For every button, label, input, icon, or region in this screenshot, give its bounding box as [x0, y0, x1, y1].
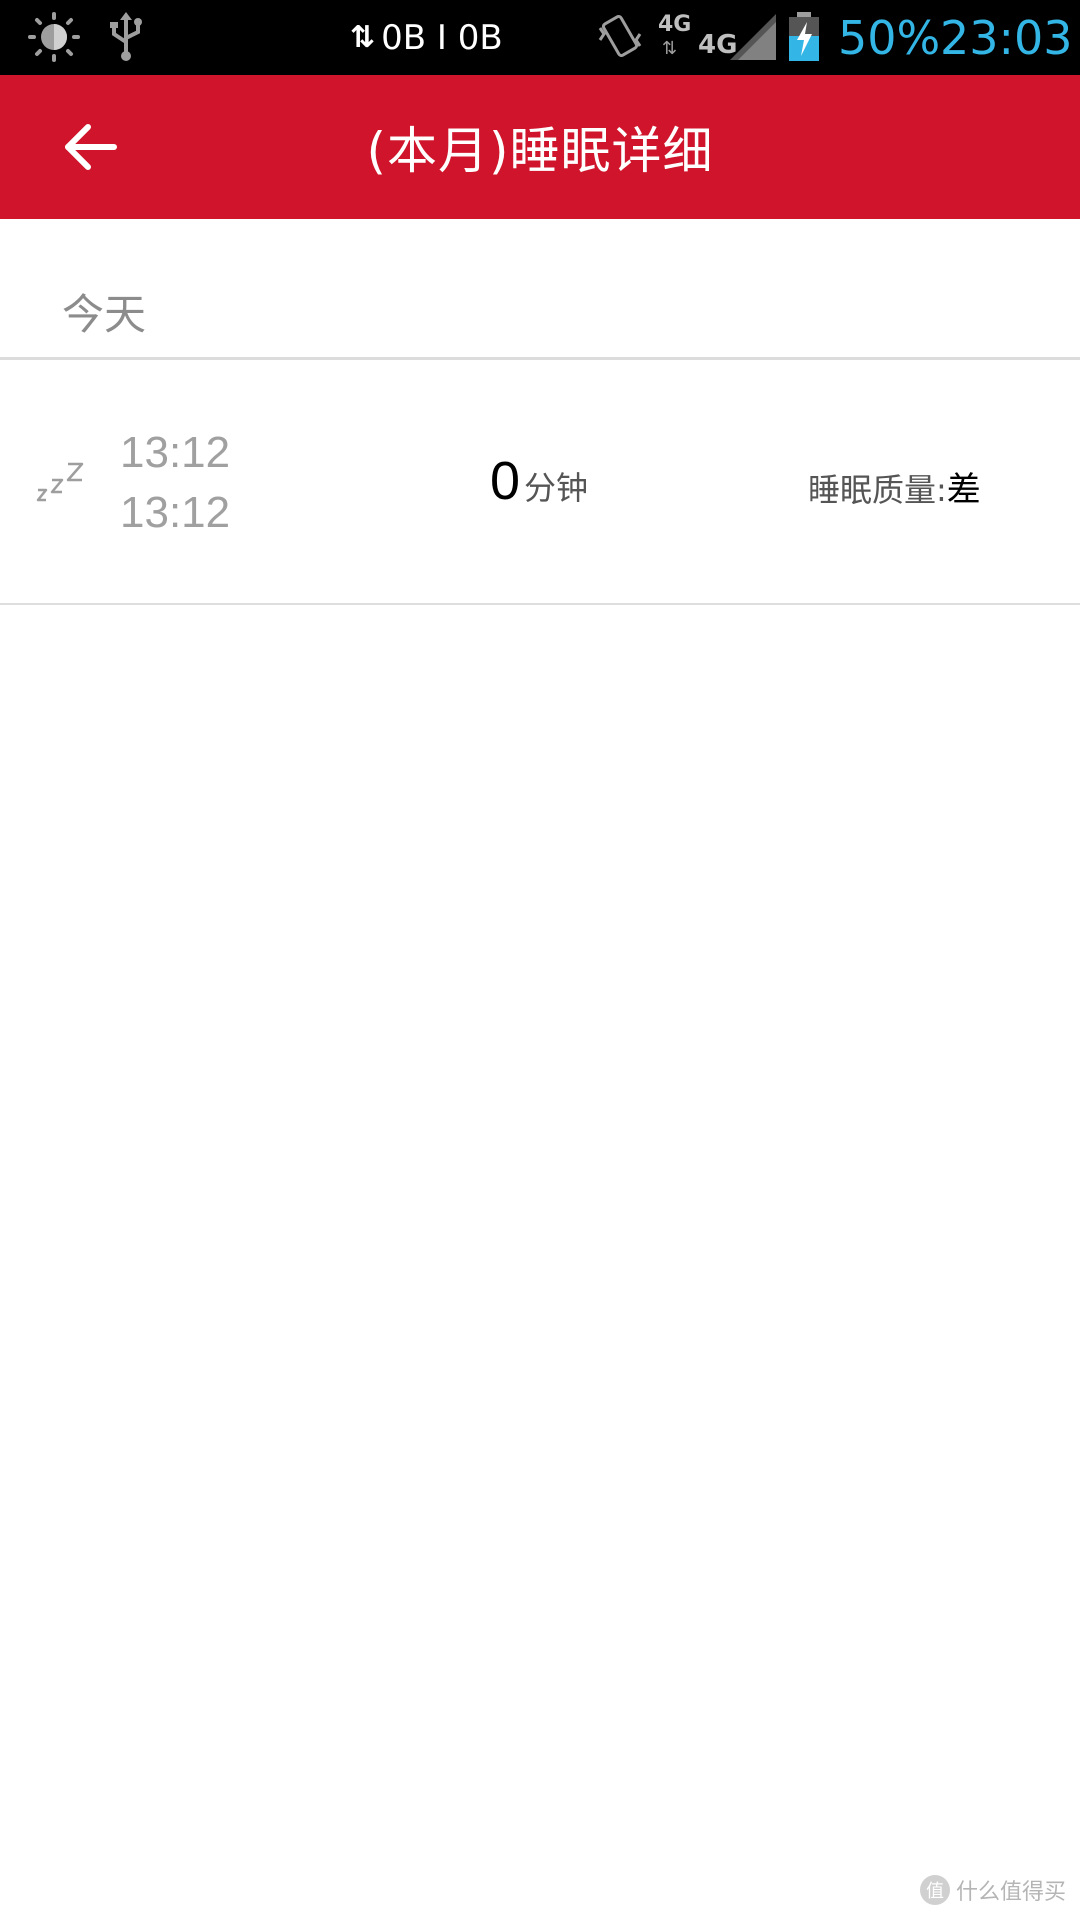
battery-percent: 50%	[838, 10, 941, 65]
data-transfer-icon: ⇅	[350, 20, 376, 55]
brightness-icon	[28, 12, 80, 62]
signal-icon	[730, 14, 776, 60]
arrow-left-icon	[65, 124, 117, 170]
sleep-end-time: 13:12	[120, 488, 231, 537]
app-bar: (本月)睡眠详细	[0, 75, 1080, 219]
watermark-badge: 值	[919, 1875, 950, 1905]
sleep-zzz-icon	[36, 462, 84, 502]
watermark-text: 什么值得买	[955, 1880, 1066, 1905]
page-title: (本月)睡眠详细	[366, 122, 714, 180]
quality-label: 睡眠质量:	[808, 471, 947, 509]
data-arrows-icon: ⇅	[662, 38, 678, 59]
watermark: 值 什么值得买	[919, 1874, 1066, 1906]
section-label: 今天	[62, 290, 147, 339]
vibrate-icon	[598, 15, 642, 57]
network-speed: ⇅ 0B I 0B	[350, 0, 503, 75]
sleep-duration: 0 分钟	[490, 450, 588, 512]
duration-unit: 分钟	[524, 469, 589, 507]
duration-value: 0	[490, 451, 521, 511]
quality-value: 差	[946, 470, 981, 510]
back-button[interactable]	[40, 102, 140, 192]
network-speed-text: 0B I 0B	[381, 17, 503, 58]
status-bar: ⇅ 0B I 0B 4G ⇅ 4G 50% 23:03	[0, 0, 1080, 75]
battery-charging-icon	[789, 12, 819, 61]
status-time: 23:03	[940, 10, 1073, 65]
sleep-start-time: 13:12	[120, 428, 231, 477]
section-header: 今天	[0, 219, 1080, 360]
network-type-label: 4G	[658, 12, 692, 37]
usb-icon	[110, 12, 142, 61]
sleep-quality: 睡眠质量: 差	[808, 462, 981, 511]
sleep-record-row[interactable]: 13:12 13:12 0 分钟 睡眠质量: 差	[0, 360, 1080, 605]
